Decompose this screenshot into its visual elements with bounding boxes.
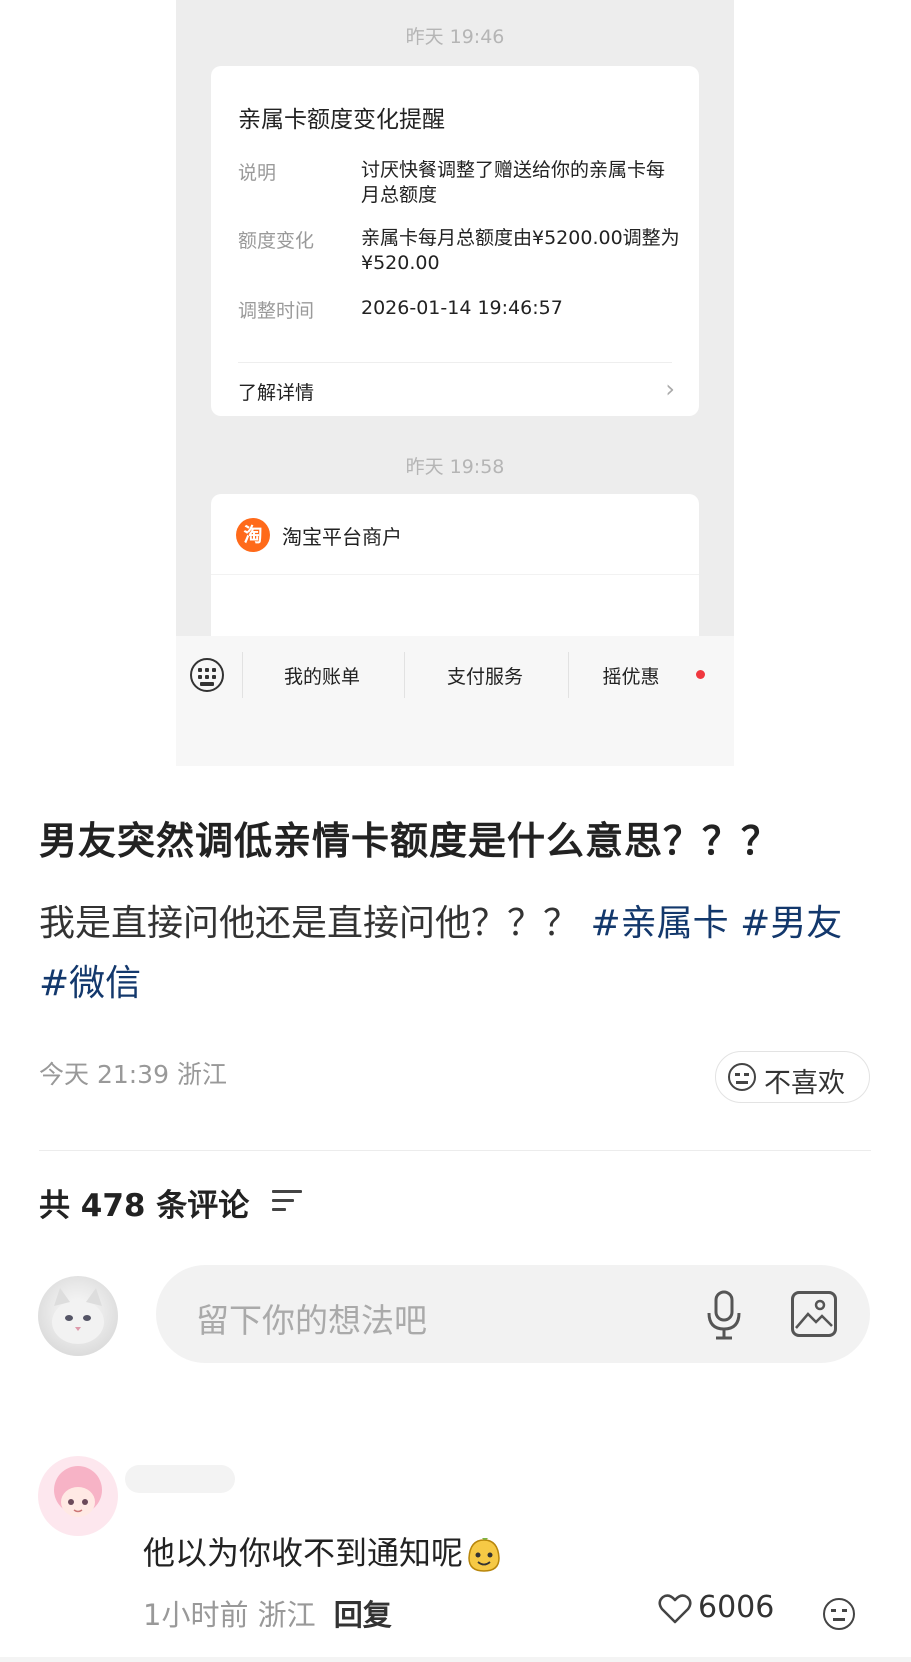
menu-payment-services: 支付服务 — [446, 666, 523, 688]
row-label: 说明 — [238, 162, 277, 184]
comment-text: 他以为你收不到通知呢 — [143, 1528, 503, 1574]
cat-avatar-icon — [52, 1288, 104, 1344]
comment-body: 他以为你收不到通知呢 — [143, 1534, 464, 1572]
neutral-face-icon[interactable] — [823, 1598, 855, 1630]
like-button[interactable]: 6006 — [658, 1590, 774, 1625]
post-location: 浙江 — [176, 1060, 227, 1089]
comment-input[interactable]: 留下你的想法吧 — [156, 1265, 870, 1363]
comment-placeholder: 留下你的想法吧 — [196, 1301, 427, 1340]
menu-shake-offers: 摇优惠 — [602, 666, 660, 688]
comment-meta: 1小时前 浙江 回复 — [143, 1592, 392, 1634]
comment-time: 1小时前 — [143, 1598, 249, 1632]
menu-my-bills: 我的账单 — [283, 666, 360, 688]
keyboard-icon — [190, 658, 224, 692]
merchant-name: 淘宝平台商户 — [282, 525, 402, 549]
divider — [238, 362, 672, 363]
neutral-face-icon — [728, 1063, 756, 1091]
post-title: 男友突然调低亲情卡额度是什么意思？？？ — [39, 819, 781, 863]
commenter-name-blurred[interactable] — [125, 1465, 235, 1493]
reply-button[interactable]: 回复 — [334, 1598, 392, 1632]
divider — [39, 1150, 871, 1151]
hashtag-link[interactable]: #男友 — [740, 903, 842, 944]
image-glyph — [795, 1299, 833, 1329]
embedded-screenshot: 昨天 19:46 亲属卡额度变化提醒 说明 讨厌快餐调整了赠送给你的亲属卡每月总… — [176, 0, 734, 766]
bottom-edge — [0, 1657, 911, 1662]
divider — [568, 652, 569, 698]
image-icon[interactable] — [791, 1291, 837, 1337]
microphone-icon[interactable] — [704, 1289, 744, 1341]
post-meta: 今天 21:39 浙江 — [39, 1055, 227, 1091]
hashtag-link[interactable]: #亲属卡 — [590, 903, 728, 944]
like-count: 6006 — [698, 1590, 775, 1625]
smug-emoji-icon — [468, 1538, 500, 1572]
post-time: 今天 21:39 — [39, 1060, 169, 1089]
chat-menu-bar: 我的账单 支付服务 摇优惠 — [176, 636, 734, 766]
row-value: 2026-01-14 19:46:57 — [361, 297, 563, 319]
heart-icon — [658, 1593, 692, 1623]
row-label: 额度变化 — [238, 230, 315, 252]
post-text: 我是直接问他还是直接问他？？？ — [39, 903, 580, 944]
user-avatar[interactable] — [38, 1276, 118, 1356]
comment-location: 浙江 — [257, 1598, 316, 1632]
row-value: 讨厌快餐调整了赠送给你的亲属卡每月总额度 — [361, 159, 666, 206]
timestamp: 昨天 19:46 — [405, 26, 505, 48]
row-value: 亲属卡每月总额度由¥5200.00调整为¥520.00 — [361, 227, 680, 274]
merchant-card: 淘 淘宝平台商户 — [211, 494, 699, 654]
timestamp: 昨天 19:58 — [405, 456, 505, 478]
divider — [211, 574, 699, 575]
chevron-right-icon: › — [665, 375, 675, 403]
notice-title: 亲属卡额度变化提醒 — [238, 107, 445, 133]
taobao-icon: 淘 — [236, 518, 270, 552]
commenter-avatar[interactable] — [38, 1456, 118, 1536]
hashtag-link[interactable]: #微信 — [39, 963, 141, 1004]
details-link: 了解详情 — [238, 382, 315, 404]
anime-avatar-icon — [54, 1466, 102, 1517]
family-card-notice: 亲属卡额度变化提醒 说明 讨厌快餐调整了赠送给你的亲属卡每月总额度 额度变化 亲… — [211, 66, 699, 416]
post-body: 我是直接问他还是直接问他？？？ #亲属卡 #男友 #微信 — [39, 894, 879, 1014]
row-label: 调整时间 — [238, 300, 315, 322]
dislike-label: 不喜欢 — [764, 1068, 845, 1099]
dislike-button[interactable]: 不喜欢 — [715, 1051, 870, 1103]
notification-dot — [696, 670, 705, 679]
comment-count: 共 478 条评论 — [39, 1188, 250, 1224]
sort-icon[interactable] — [272, 1190, 302, 1214]
